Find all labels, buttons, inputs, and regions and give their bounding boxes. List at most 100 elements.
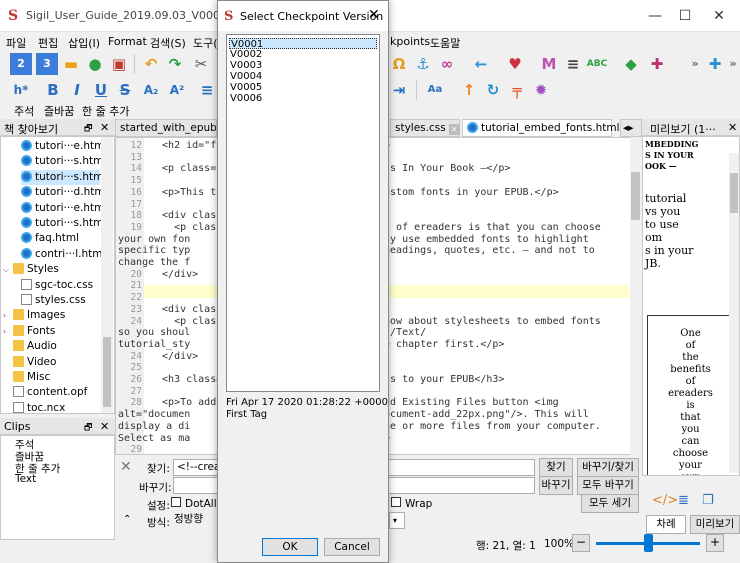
validate-icon[interactable]: ◆ (620, 53, 642, 75)
split-icon[interactable]: ╤ (506, 79, 528, 101)
zoom-slider-thumb[interactable] (644, 534, 653, 552)
clip-item[interactable]: Text (15, 473, 36, 485)
tree-item[interactable]: tutori···e.html (21, 201, 107, 216)
up-arrow-icon[interactable]: ↑ (458, 79, 480, 101)
spellcheck-icon[interactable]: ABC (586, 53, 608, 75)
ok-button[interactable]: OK (262, 538, 318, 556)
tab-started-with-epub[interactable]: started_with_epub.html (115, 119, 244, 137)
cut-icon[interactable]: ✂ (190, 53, 212, 75)
dropdown-chevron-icon[interactable]: ▾ (389, 512, 405, 529)
heart-icon[interactable]: ♥ (504, 53, 526, 75)
tree-item[interactable]: › Images (3, 308, 65, 323)
folder-icon[interactable]: ▬ (60, 53, 82, 75)
list-icon[interactable]: ≣ (678, 493, 689, 508)
menu-tools[interactable]: 도구( (193, 35, 218, 51)
metadata-icon[interactable]: M (538, 53, 560, 75)
version-item[interactable]: V0001 (229, 38, 377, 50)
tree-item[interactable]: tutori···s.html (21, 154, 106, 169)
tree-item[interactable]: Misc (13, 370, 50, 385)
tree-item[interactable]: tutori···d.html (21, 185, 107, 200)
menu-edit[interactable]: 편집 (38, 35, 58, 51)
tree-item[interactable]: content.opf (13, 385, 87, 400)
zoom-out-button[interactable]: − (572, 534, 590, 552)
panel-close-icon[interactable]: ✕ (100, 420, 109, 433)
version-item[interactable]: V0002 (229, 49, 377, 60)
mode-select[interactable]: 정방향 (171, 512, 217, 529)
tree-item[interactable]: tutori···s.html (21, 169, 106, 185)
copy-icon[interactable]: ❐ (702, 493, 714, 508)
undock-icon[interactable]: 🗗 (84, 121, 92, 137)
overflow2-chevron-icon[interactable]: » (722, 53, 740, 75)
cancel-button[interactable]: Cancel (324, 538, 380, 556)
case-icon[interactable]: Aa (424, 79, 446, 101)
panel-close-icon[interactable]: ✕ (100, 121, 109, 134)
tree-item[interactable]: ⌵ Styles (3, 262, 59, 277)
back-arrow-icon[interactable]: ← (470, 53, 492, 75)
settings-gear-icon[interactable]: ✹ (530, 79, 552, 101)
tab-close-icon[interactable]: ✕ (448, 124, 460, 135)
link-icon[interactable]: ∞ (436, 53, 458, 75)
tree-item[interactable]: toc.ncx (13, 401, 65, 413)
tree-item[interactable]: sgc-toc.css (21, 278, 93, 293)
underline-icon[interactable]: U (90, 79, 112, 101)
replace-find-button[interactable]: 바꾸기/찾기 (577, 458, 639, 477)
add-icon[interactable]: ● (84, 53, 106, 75)
wrap-checkbox[interactable] (391, 497, 401, 507)
close-find-icon[interactable]: ✕ (120, 459, 132, 475)
code-view-icon[interactable]: 3 (36, 53, 58, 75)
menu-file[interactable]: 파일 (6, 35, 26, 51)
scrollbar-thumb[interactable] (730, 173, 738, 213)
refresh-icon[interactable]: ↻ (482, 79, 504, 101)
heading-icon[interactable]: h* (10, 79, 32, 101)
clip-add-line-button[interactable]: 한 줄 추가 (82, 103, 129, 119)
menu-search[interactable]: 검색(S) (150, 35, 186, 51)
tree-item[interactable]: faq.html (21, 231, 79, 246)
align-left-icon[interactable]: ≡ (196, 79, 218, 101)
subscript-icon[interactable]: A₂ (140, 79, 162, 101)
menu-insert[interactable]: 삽입(I) (68, 35, 100, 51)
code-icon[interactable]: </> (652, 493, 678, 508)
close-button[interactable]: ✕ (696, 0, 740, 32)
replace-button[interactable]: 바꾸기 (539, 476, 573, 495)
version-item[interactable]: V0003 (229, 60, 377, 71)
version-item[interactable]: V0004 (229, 71, 377, 82)
tree-item[interactable]: tutori···s.html (21, 216, 106, 231)
dialog-close-icon[interactable]: ✕ (368, 7, 380, 23)
special-char-icon[interactable]: Ω (388, 53, 410, 75)
tree-item[interactable]: styles.css (21, 293, 86, 308)
undock-icon[interactable]: 🗗 (84, 420, 92, 436)
toc-list-icon[interactable]: ≡ (562, 53, 584, 75)
find-button[interactable]: 찾기 (539, 458, 573, 477)
clip-annotation-button[interactable]: 주석 (14, 103, 34, 119)
tree-item[interactable]: Audio (13, 339, 57, 354)
tree-item[interactable]: tutori···e.html (21, 139, 107, 154)
menu-help[interactable]: 도움말 (430, 35, 460, 51)
tab-scroll-arrows[interactable]: ◂▸ (620, 119, 642, 137)
menu-format[interactable]: Format (108, 35, 147, 48)
book-view-icon[interactable]: 2 (10, 53, 32, 75)
version-item[interactable]: V0006 (229, 93, 377, 104)
collapsed-chevron-icon[interactable]: › (3, 308, 6, 323)
zoom-in-button[interactable]: + (706, 534, 724, 552)
bold-icon[interactable]: B (42, 79, 64, 101)
superscript-icon[interactable]: A² (166, 79, 188, 101)
tab-styles-css[interactable]: styles.css ✕ (390, 119, 460, 137)
menu-checkpoints[interactable]: kpoints (390, 35, 430, 48)
tab-tutorial-embed-fonts[interactable]: tutorial_embed_fonts.html✕ (462, 119, 634, 137)
overflow-chevron-icon[interactable]: » (684, 53, 706, 75)
tree-item[interactable]: Video (13, 355, 56, 370)
tree-item[interactable]: › Fonts (3, 324, 55, 339)
dotall-checkbox[interactable] (171, 497, 181, 507)
scrollbar-thumb[interactable] (631, 172, 640, 220)
panel-close-icon[interactable]: ✕ (728, 121, 737, 134)
undo-icon[interactable]: ↶ (140, 53, 162, 75)
scrollbar-thumb[interactable] (103, 337, 111, 407)
clip-linebreak-button[interactable]: 즐바꿈 (44, 103, 74, 119)
replace-all-button[interactable]: 모두 바꾸기 (577, 476, 639, 495)
indent-icon[interactable]: ⇥ (388, 79, 410, 101)
expanded-chevron-icon[interactable]: ⌵ (3, 262, 9, 277)
version-item[interactable]: V0005 (229, 82, 377, 93)
save-icon[interactable]: ▣ (108, 53, 130, 75)
strikethrough-icon[interactable]: S (114, 79, 136, 101)
italic-icon[interactable]: I (66, 79, 88, 101)
